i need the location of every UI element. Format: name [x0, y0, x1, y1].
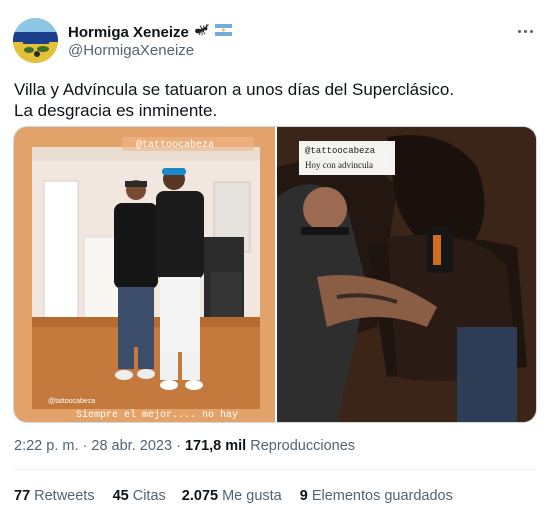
tweet-text-line: Villa y Advíncula se tatuaron a unos día… [14, 80, 455, 99]
bookmarks-count: 9 [299, 488, 308, 504]
right-photo-caption-line1: @tattoocabeza [305, 146, 376, 156]
argentina-flag-icon [214, 23, 232, 41]
quotes-stat[interactable]: 45 Citas [113, 488, 166, 504]
tweet-text: Villa y Advíncula se tatuaron a unos día… [14, 79, 534, 121]
avatar[interactable] [13, 18, 58, 63]
divider [14, 469, 536, 470]
photo-right[interactable]: @tattoocabeza Hoy con advincula [277, 127, 536, 422]
tweet-meta: 2:22 p. m. · 28 abr. 2023 · 171,8 mil Re… [14, 438, 355, 454]
tweet-text-line: La desgracia es inminente. [14, 101, 218, 120]
views-count: 171,8 mil [184, 438, 247, 454]
tweet-time[interactable]: 2:22 p. m. [14, 438, 78, 454]
likes-count: 2.075 [181, 488, 219, 504]
meta-separator: · [176, 438, 181, 454]
left-photo-caption-text: Siempre el mejor.... no hay [76, 409, 238, 421]
bookmarks-label: Elementos guardados [311, 488, 453, 504]
photo-left[interactable]: @tattoocabeza @tattoocabeza Siempre el m… [14, 127, 275, 422]
ant-icon [194, 23, 210, 42]
tweet-stats: 77 Retweets 45 Citas 2.075 Me gusta 9 Elemen… [14, 488, 471, 504]
quotes-count: 45 [112, 488, 129, 504]
avatar-image [13, 18, 58, 63]
left-photo-caption-handle: @tattoocabeza [48, 398, 95, 405]
more-options-icon[interactable] [514, 22, 536, 40]
retweets-stat[interactable]: 77 Retweets [14, 488, 95, 504]
tweet-media: @tattoocabeza @tattoocabeza Siempre el m… [13, 126, 537, 423]
bookmarks-stat[interactable]: 9 Elementos guardados [300, 488, 453, 504]
likes-stat[interactable]: 2.075 Me gusta [182, 488, 282, 504]
author-name-row: Hormiga Xeneize [68, 22, 232, 42]
quotes-label: Citas [132, 488, 166, 504]
left-photo-caption-top: @tattoocabeza [136, 139, 214, 151]
retweets-label: Retweets [34, 488, 95, 504]
views-label: Reproducciones [250, 438, 356, 454]
meta-separator: · [82, 438, 88, 454]
author-display-name[interactable]: Hormiga Xeneize [68, 24, 189, 41]
tweet-date[interactable]: 28 abr. 2023 [91, 438, 172, 454]
right-photo-caption-line2: Hoy con advincula [305, 160, 373, 170]
likes-label: Me gusta [222, 488, 282, 504]
retweets-count: 77 [14, 488, 31, 504]
author-handle[interactable]: @HormigaXeneize [68, 42, 194, 59]
